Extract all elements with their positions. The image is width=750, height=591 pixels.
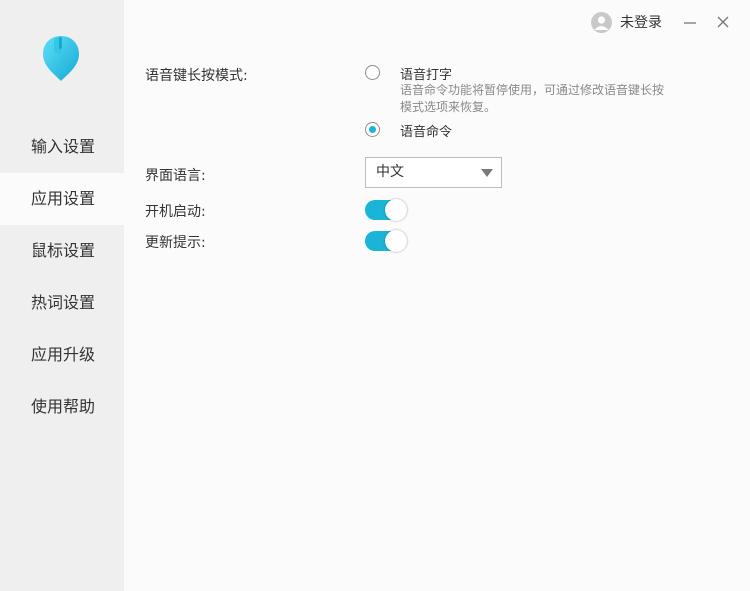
minimize-icon[interactable] bbox=[680, 12, 700, 32]
sidebar-item-input-settings[interactable]: 输入设置 bbox=[0, 121, 124, 173]
update-notice-label: 更新提示: bbox=[145, 235, 206, 251]
sidebar-item-hotword-settings[interactable]: 热词设置 bbox=[0, 277, 124, 329]
sidebar-item-mouse-settings[interactable]: 鼠标设置 bbox=[0, 225, 124, 277]
autostart-label: 开机启动: bbox=[145, 204, 206, 220]
sidebar-item-help[interactable]: 使用帮助 bbox=[0, 381, 124, 433]
login-status[interactable]: 未登录 bbox=[591, 11, 662, 33]
sidebar-item-app-upgrade[interactable]: 应用升级 bbox=[0, 329, 124, 381]
toggle-knob bbox=[385, 230, 407, 252]
radio-voice-typing-label[interactable]: 语音打字 bbox=[400, 64, 452, 83]
radio-voice-typing[interactable] bbox=[365, 65, 380, 80]
app-window: 输入设置 应用设置 鼠标设置 热词设置 应用升级 使用帮助 未登录 语音键长按模… bbox=[0, 0, 750, 591]
sidebar-item-app-settings[interactable]: 应用设置 bbox=[0, 173, 124, 225]
language-select[interactable]: 中文 bbox=[365, 157, 502, 188]
sidebar: 输入设置 应用设置 鼠标设置 热词设置 应用升级 使用帮助 bbox=[0, 0, 124, 591]
update-notice-toggle[interactable] bbox=[365, 230, 407, 252]
login-status-label: 未登录 bbox=[620, 15, 662, 31]
voice-mode-hint: 语音命令功能将暂停使用，可通过修改语音键长按模式选项来恢复。 bbox=[400, 83, 665, 114]
app-logo bbox=[43, 36, 79, 81]
close-icon[interactable] bbox=[713, 12, 733, 32]
user-avatar-icon bbox=[591, 11, 612, 33]
interface-language-label: 界面语言: bbox=[145, 168, 206, 184]
radio-voice-command-label[interactable]: 语音命令 bbox=[400, 121, 452, 140]
radio-voice-command[interactable] bbox=[365, 122, 380, 137]
language-select-value: 中文 bbox=[376, 164, 404, 180]
toggle-knob bbox=[385, 199, 407, 221]
autostart-toggle[interactable] bbox=[365, 199, 407, 221]
dropdown-arrow-icon bbox=[481, 169, 493, 177]
voice-key-mode-label: 语音键长按模式: bbox=[145, 68, 248, 84]
